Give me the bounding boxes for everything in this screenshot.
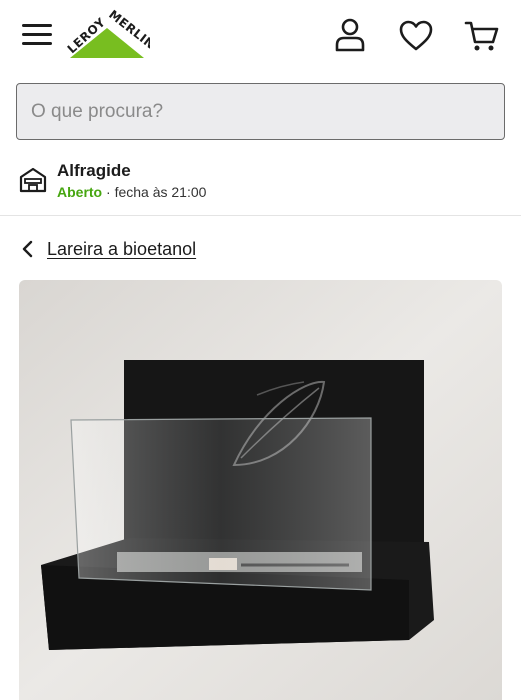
cart-icon[interactable]	[462, 16, 502, 56]
store-selector[interactable]: Alfragide Aberto · fecha às 21:00	[0, 152, 521, 216]
product-image[interactable]	[19, 280, 502, 700]
store-status: Aberto · fecha às 21:00	[57, 184, 206, 200]
top-header: LEROY MERLIN	[0, 0, 521, 72]
search-input[interactable]	[17, 84, 504, 139]
hamburger-menu-icon[interactable]	[22, 22, 54, 48]
store-icon	[19, 166, 47, 194]
user-icon[interactable]	[330, 16, 370, 56]
leroy-merlin-logo[interactable]: LEROY MERLIN	[64, 7, 158, 64]
breadcrumb-link[interactable]: Lareira a bioetanol	[47, 239, 196, 260]
store-open-status: Aberto	[57, 184, 103, 200]
breadcrumb[interactable]: Lareira a bioetanol	[18, 236, 196, 262]
search-bar	[16, 83, 505, 140]
store-name: Alfragide	[57, 161, 131, 180]
heart-icon[interactable]	[396, 16, 436, 56]
store-closing-time: · fecha às 21:00	[106, 184, 207, 200]
chevron-left-icon	[22, 240, 33, 258]
